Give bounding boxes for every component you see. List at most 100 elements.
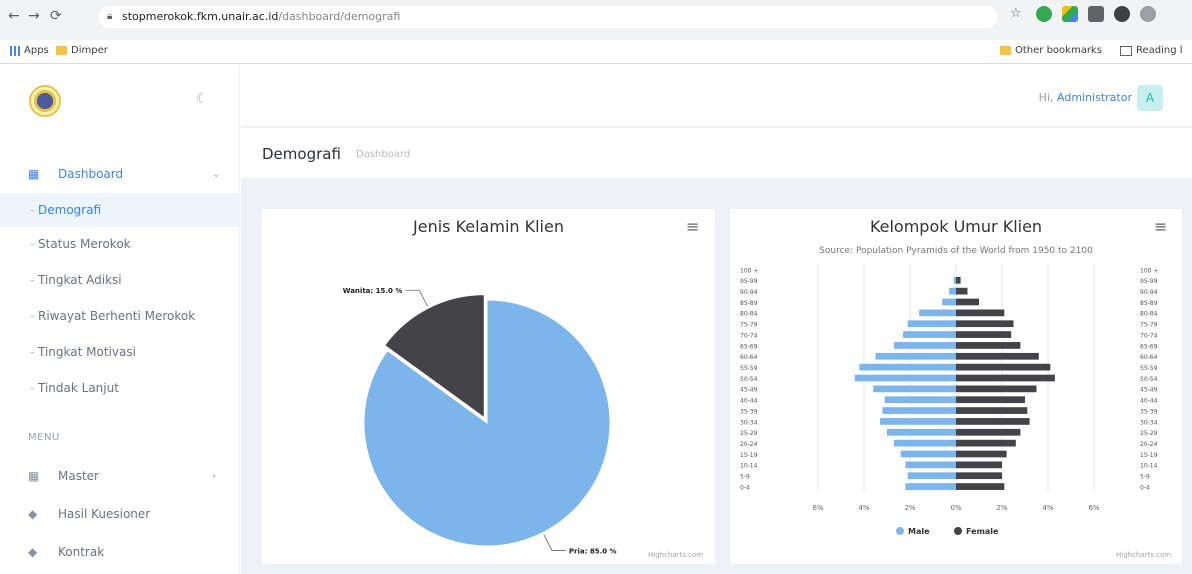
sidebar-item-kontrak[interactable]: ◆ Kontrak [0, 535, 240, 569]
bar-male[interactable] [919, 309, 956, 317]
y-tick-label-right: 15-19 [1140, 452, 1158, 459]
bookmark-reading-list[interactable]: Reading l [1120, 45, 1183, 56]
bar-male[interactable] [942, 298, 956, 306]
legend-label[interactable]: Male [908, 527, 930, 536]
address-bar[interactable]: 🔒︎ stopmerokok.fkm.unair.ac.id/dashboard… [98, 6, 998, 28]
sidebar: ☾ ▦ Dashboard ⌄ - Demografi - Status Mer… [0, 65, 240, 574]
page-title: Demografi [262, 145, 341, 163]
bar-female[interactable] [956, 418, 1030, 425]
extension-icon[interactable] [1088, 6, 1104, 22]
chart-credit[interactable]: Highcharts.com [648, 551, 703, 559]
y-tick-label-left: 0-4 [740, 484, 750, 491]
bar-male[interactable] [903, 331, 956, 338]
extension-green-icon[interactable] [1036, 6, 1052, 22]
lock-icon: 🔒︎ [107, 11, 113, 22]
sidebar-item-demografi[interactable]: - Demografi [0, 193, 240, 227]
bar-female[interactable] [956, 320, 1014, 328]
bookmark-folder[interactable]: Dimper [56, 45, 108, 56]
bar-female[interactable] [956, 483, 1005, 490]
sidebar-item-master[interactable]: ▦ Master › [0, 459, 240, 493]
bar-female[interactable] [956, 331, 1012, 338]
bar-female[interactable] [956, 352, 1039, 360]
bar-male[interactable] [875, 352, 957, 360]
user-greeting[interactable]: Hi, Administrator [1039, 91, 1132, 104]
star-icon[interactable]: ☆ [1010, 6, 1026, 22]
bar-male[interactable] [900, 450, 956, 458]
bar-male[interactable] [953, 276, 956, 284]
bar-male[interactable] [882, 407, 956, 414]
breadcrumb[interactable]: Dashboard [356, 149, 410, 160]
back-icon[interactable]: ← [8, 8, 20, 24]
legend-marker[interactable] [896, 527, 904, 535]
sidebar-item-hasil-kuesioner[interactable]: ◆ Hasil Kuesioner [0, 497, 240, 531]
y-tick-label-left: 80-84 [740, 311, 758, 318]
reading-list-icon [1120, 45, 1132, 56]
bar-male[interactable] [893, 439, 956, 447]
forward-icon[interactable]: → [28, 8, 40, 24]
bar-male[interactable] [873, 385, 956, 393]
bar-male[interactable] [907, 472, 956, 480]
avatar[interactable]: A [1137, 85, 1163, 111]
bar-female[interactable] [956, 439, 1016, 447]
bar-female[interactable] [956, 374, 1055, 382]
bar-female[interactable] [956, 472, 1002, 480]
bar-male[interactable] [887, 428, 956, 436]
bar-male[interactable] [949, 287, 956, 295]
bar-female[interactable] [956, 396, 1025, 404]
bookmark-apps[interactable]: Apps [10, 45, 49, 56]
legend-marker[interactable] [954, 527, 962, 535]
sidebar-item-label: Riwayat Berhenti Merokok [38, 309, 196, 323]
sidebar-item-label: Hasil Kuesioner [58, 507, 151, 521]
bar-female[interactable] [956, 363, 1051, 371]
y-tick-label-left: 95-99 [740, 278, 758, 285]
bar-male[interactable] [907, 320, 956, 328]
folder-icon [1000, 46, 1011, 55]
legend-label[interactable]: Female [966, 527, 999, 536]
puzzle-icon[interactable] [1114, 6, 1130, 22]
y-tick-label-left: 70-74 [740, 332, 758, 339]
bar-female[interactable] [956, 287, 968, 295]
bar-male[interactable] [854, 374, 956, 382]
y-tick-label-right: 55-59 [1140, 365, 1158, 372]
sidebar-item-riwayat-berhenti[interactable]: - Riwayat Berhenti Merokok [0, 299, 240, 333]
bar-male[interactable] [905, 461, 956, 469]
collapse-sidebar-icon[interactable]: ☾ [196, 91, 209, 107]
reload-icon[interactable]: ⟳ [50, 8, 62, 24]
bookmark-other[interactable]: Other bookmarks [1000, 45, 1102, 56]
sidebar-item-label: Tindak Lanjut [38, 381, 119, 395]
bar-male[interactable] [880, 418, 956, 425]
university-logo[interactable] [29, 85, 61, 117]
pie-label-connector [405, 289, 428, 307]
bar-female[interactable] [956, 450, 1007, 458]
chart-credit[interactable]: Highcharts.com [1116, 551, 1171, 559]
sidebar-item-dashboard[interactable]: ▦ Dashboard ⌄ [0, 157, 240, 191]
sidebar-item-label: Kontrak [58, 545, 105, 559]
bar-male[interactable] [905, 483, 956, 490]
bar-male[interactable] [893, 342, 956, 349]
bar-female[interactable] [956, 407, 1028, 414]
bar-male[interactable] [884, 396, 956, 404]
bar-male[interactable] [859, 363, 956, 371]
x-tick-label: 6% [1088, 504, 1099, 512]
bar-female[interactable] [956, 276, 961, 284]
drive-icon[interactable] [1062, 6, 1078, 22]
sidebar-item-label: Master [58, 469, 99, 483]
bar-female[interactable] [956, 309, 1005, 317]
y-tick-label-left: 75-79 [740, 322, 758, 329]
bar-female[interactable] [956, 428, 1021, 436]
x-tick-label: 0% [950, 504, 961, 512]
main-content: Hi, Administrator A Demografi Dashboard … [241, 65, 1192, 574]
bar-female[interactable] [956, 385, 1037, 393]
sidebar-item-tingkat-motivasi[interactable]: - Tingkat Motivasi [0, 335, 240, 369]
sidebar-item-tingkat-adiksi[interactable]: - Tingkat Adiksi [0, 263, 240, 297]
profile-icon[interactable] [1140, 6, 1156, 22]
bar-female[interactable] [956, 298, 979, 306]
pie-data-label: Pria: 85.0 % [569, 547, 617, 555]
bar-female[interactable] [956, 342, 1021, 349]
chevron-down-icon: ⌄ [212, 168, 221, 180]
x-tick-label: 4% [858, 504, 869, 512]
y-tick-label-right: 90-94 [1140, 289, 1158, 296]
sidebar-item-status-merokok[interactable]: - Status Merokok [0, 227, 240, 261]
sidebar-item-tindak-lanjut[interactable]: - Tindak Lanjut [0, 371, 240, 405]
bar-female[interactable] [956, 461, 1002, 469]
